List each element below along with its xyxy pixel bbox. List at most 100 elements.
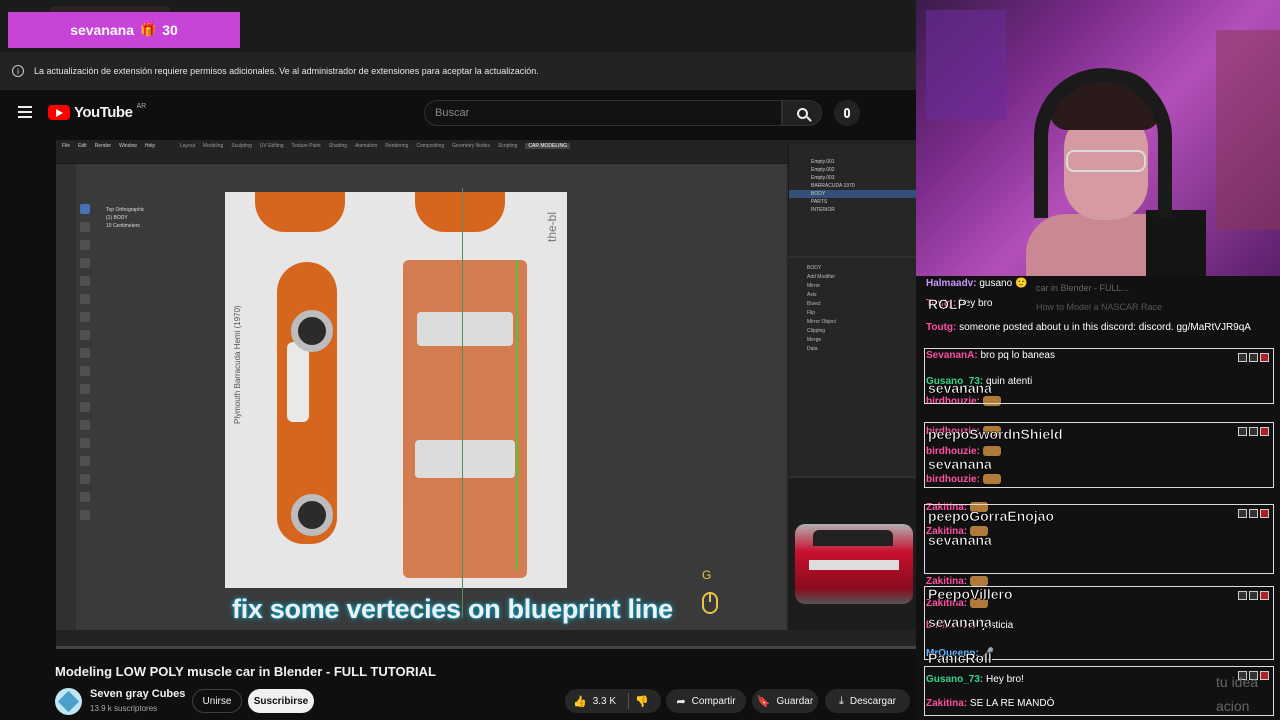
- emote-text: PeepoVillero: [928, 586, 1013, 603]
- emote-icon: [969, 576, 988, 587]
- minimize-icon[interactable]: [1238, 509, 1247, 518]
- chat-ghost-text: car in Blender - FULL...: [1036, 283, 1130, 293]
- chat-ghost-text-2: How to Model a NASCAR Race: [1036, 302, 1163, 312]
- download-button[interactable]: ⤓ Descargar: [825, 689, 910, 713]
- viewport-info-line: Top Orthographic: [106, 207, 145, 213]
- channel-avatar[interactable]: [55, 688, 82, 715]
- youtube-play-icon: [48, 105, 70, 120]
- save-button[interactable]: 🔖 Guardar: [752, 689, 818, 713]
- wheel: [291, 310, 333, 352]
- webcam-feed: [916, 0, 1280, 276]
- search-button[interactable]: [782, 100, 822, 126]
- youtube-logo[interactable]: YouTube AR: [48, 103, 147, 121]
- emote-text: sevanana: [928, 532, 992, 549]
- blender-workspace-tab: Rendering: [385, 143, 409, 149]
- join-button[interactable]: Unirse: [192, 689, 242, 713]
- property-row: Add Modifier: [807, 274, 836, 280]
- mouse-icon: [702, 592, 718, 614]
- channel-name[interactable]: Seven gray Cubes: [90, 688, 185, 700]
- reference-car-image: [795, 524, 913, 604]
- maximize-icon[interactable]: [1249, 591, 1258, 600]
- gift-icon: 🎁: [140, 22, 157, 37]
- property-row: BODY: [807, 265, 822, 271]
- maximize-icon[interactable]: [1249, 353, 1258, 362]
- chat-text: someone posted about u in this discord: …: [959, 322, 1251, 333]
- viewport-info-line: (1) BODY: [106, 215, 128, 221]
- outliner-item: Empty.003: [811, 175, 835, 181]
- close-icon[interactable]: [1260, 353, 1269, 362]
- minimize-icon[interactable]: [1238, 591, 1247, 600]
- blender-viewport: Top Orthographic (1) BODY 10 Centimeters P…: [76, 164, 786, 634]
- mesh-vertices-edge: [516, 260, 518, 570]
- emote-text: peepoGorraEnojao: [928, 508, 1055, 525]
- property-row: Data: [807, 346, 818, 352]
- blender-menu-item: Render: [94, 143, 112, 149]
- blender-properties: BODY Add Modifier Mirror Axis Bisect Flip Mirr…: [788, 258, 916, 476]
- subscribe-button[interactable]: Suscribirse: [248, 689, 314, 713]
- blender-workspace-tab: CAR MODELING: [525, 143, 571, 149]
- close-icon[interactable]: [1260, 509, 1269, 518]
- cursor-tool-icon: [80, 222, 90, 232]
- dislike-button[interactable]: 👎: [632, 689, 652, 713]
- info-icon: i: [12, 65, 24, 77]
- minimize-icon[interactable]: [1238, 353, 1247, 362]
- menu-icon[interactable]: [18, 106, 32, 118]
- download-icon: ⤓: [838, 694, 844, 707]
- add-cube-tool-icon: [80, 348, 90, 358]
- inset-tool-icon: [80, 384, 90, 394]
- subscriber-count: 13.9 k suscriptores: [90, 704, 158, 713]
- blender-workspace-tab: Sculpting: [231, 143, 252, 149]
- background-panel: [926, 10, 1006, 120]
- spin-tool-icon: [80, 474, 90, 484]
- minimize-icon[interactable]: [1238, 427, 1247, 436]
- outliner-item: PARTS: [811, 199, 828, 205]
- stream-gift-badge: sevanana 🎁 30: [8, 12, 240, 48]
- video-progress-bar[interactable]: [56, 646, 916, 649]
- thumbs-down-icon: 👎: [635, 695, 649, 708]
- extrude-tool-icon: [80, 366, 90, 376]
- maximize-icon[interactable]: [1249, 427, 1258, 436]
- search-icon: [796, 107, 808, 119]
- knife-tool-icon: [80, 438, 90, 448]
- emote-text: sevanana: [928, 456, 992, 473]
- share-button[interactable]: ➦ Compartir: [666, 689, 746, 713]
- blender-menu: File Edit Render Window Help: [62, 143, 155, 149]
- search-input[interactable]: Buscar: [424, 100, 782, 126]
- background-shelf: [1216, 30, 1280, 230]
- download-label: Descargar: [849, 695, 896, 707]
- notice-text: La actualización de extensión requiere p…: [34, 66, 539, 76]
- save-label: Guardar: [776, 695, 814, 707]
- emote-text: sevanana: [928, 380, 992, 397]
- headset: [1034, 68, 1172, 218]
- blender-menu-item: Window: [119, 143, 137, 149]
- extension-notice-bar: i La actualización de extensión requiere…: [0, 52, 916, 90]
- gift-user: sevanana: [70, 22, 135, 38]
- outliner-item: BODY: [789, 190, 916, 198]
- voice-search-button[interactable]: [834, 100, 860, 126]
- chat-ghost-footer-2: acion: [1216, 698, 1250, 714]
- annotate-tool-icon: [80, 312, 90, 322]
- blender-menu-item: Edit: [78, 143, 87, 149]
- emote-text: PanicRoll: [928, 650, 992, 667]
- close-icon[interactable]: [1260, 671, 1269, 680]
- maximize-icon[interactable]: [1249, 509, 1258, 518]
- blender-workspace-tab: Texture Paint: [291, 143, 321, 149]
- streamer-shirt: [1146, 210, 1206, 276]
- close-icon[interactable]: [1260, 427, 1269, 436]
- viewport-info: Top Orthographic (1) BODY 10 Centimeters: [106, 206, 144, 230]
- chat-ghost-footer: tu idea: [1216, 674, 1259, 690]
- blender-workspace-tab: Scripting: [497, 143, 518, 149]
- video-player[interactable]: File Edit Render Window Help Layout Modeling S…: [56, 140, 916, 646]
- scale-tool-icon: [80, 276, 90, 286]
- move-tool-icon: [80, 240, 90, 250]
- youtube-wordmark: YouTube: [74, 104, 133, 121]
- blender-menu-item: Help: [144, 143, 156, 149]
- country-code: AR: [136, 103, 147, 110]
- blueprint-title: Plymouth Barracuda Hemi (1970): [233, 305, 242, 424]
- blueprint-top-view: [403, 260, 527, 578]
- blender-menu-item: File: [62, 143, 71, 149]
- video-title: Modeling LOW POLY muscle car in Blender …: [55, 664, 436, 679]
- outliner-item: Empty.001: [811, 159, 835, 165]
- emote-text: ROLP: [928, 296, 967, 313]
- close-icon[interactable]: [1260, 591, 1269, 600]
